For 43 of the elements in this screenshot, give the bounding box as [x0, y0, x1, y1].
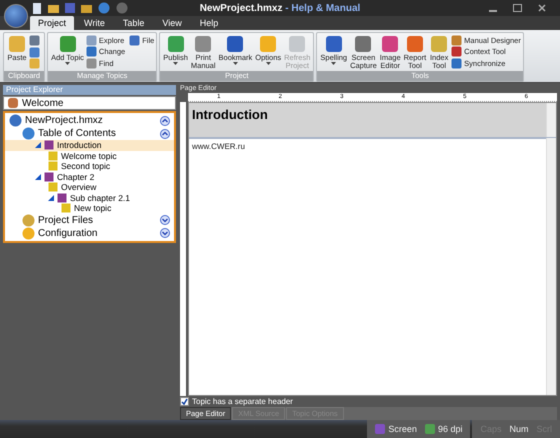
welcome-button[interactable]: Welcome [3, 96, 176, 110]
caret-icon [266, 62, 271, 65]
tree-item[interactable]: Welcome topic [5, 150, 174, 161]
ribbon-tab[interactable]: Table [114, 16, 152, 30]
caret-icon [232, 62, 238, 65]
close-icon[interactable] [538, 4, 546, 12]
tree-item[interactable]: NewProject.hmxz [5, 114, 174, 127]
scrollbar[interactable] [546, 138, 556, 395]
tree-item[interactable]: Table of Contents [5, 127, 174, 140]
scrollbar[interactable] [546, 103, 556, 137]
caret-icon [173, 62, 178, 65]
tree-item[interactable]: Project Files [5, 214, 174, 226]
tree-item[interactable]: Sub chapter 2.1 [5, 192, 174, 203]
checkbox-label: Topic has a separate header [192, 397, 293, 406]
tree-item[interactable]: Configuration [5, 226, 174, 240]
topic-heading: Introduction [192, 107, 268, 122]
app-logo-icon[interactable] [4, 4, 28, 28]
tree-item[interactable]: Chapter 2 [5, 172, 174, 182]
ribbon-tab[interactable]: Project [30, 16, 74, 30]
caret-icon [65, 62, 70, 65]
ribbon-tab[interactable]: Help [192, 16, 226, 30]
status-item: 96 dpi [424, 424, 462, 434]
ribbon-tab[interactable]: Write [76, 16, 113, 30]
collapse-toggle-icon[interactable] [160, 116, 170, 126]
tree-item[interactable]: Second topic [5, 161, 174, 172]
status-item: Screen [375, 424, 417, 434]
maximize-icon[interactable] [513, 4, 522, 12]
window-title: NewProject.hmxz - Help & Manual [200, 2, 360, 14]
body-text: www.CWER.ru [192, 142, 245, 151]
panel-title: Project Explorer [3, 85, 176, 95]
tree-item[interactable]: Introduction [5, 140, 174, 150]
status-item: Num [509, 424, 528, 434]
expand-arrow-icon[interactable] [35, 142, 41, 148]
expand-arrow-icon[interactable] [35, 174, 41, 180]
collapse-toggle-icon[interactable] [160, 128, 170, 138]
collapse-toggle-icon[interactable] [160, 228, 170, 238]
ribbon-tab[interactable]: View [154, 16, 190, 30]
checkbox[interactable] [180, 397, 189, 406]
collapse-toggle-icon[interactable] [160, 215, 170, 225]
caret-icon [331, 62, 336, 65]
tree-item[interactable]: New topic [5, 203, 174, 214]
tree-item[interactable]: Overview [5, 182, 174, 192]
expand-arrow-icon[interactable] [48, 194, 54, 201]
